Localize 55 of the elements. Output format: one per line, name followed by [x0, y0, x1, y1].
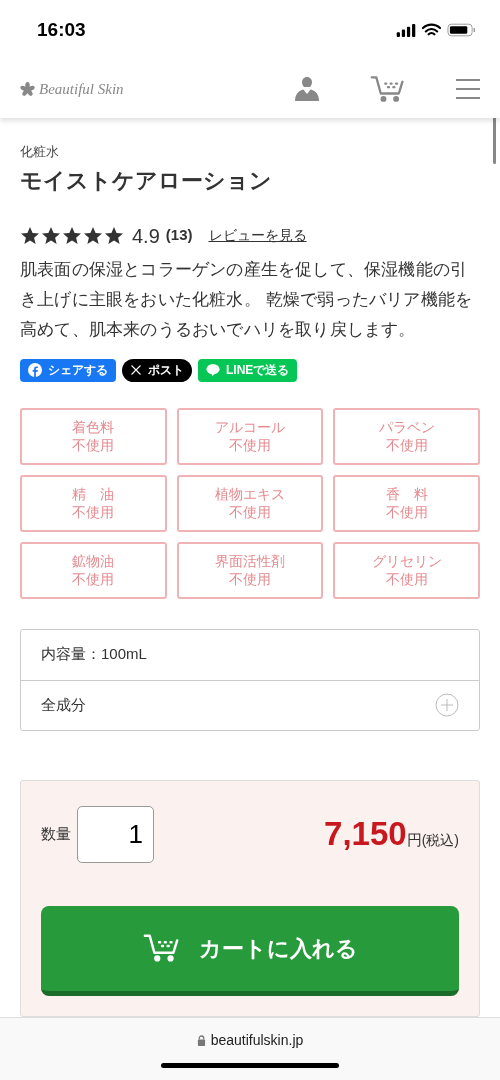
flower-logo-icon: [20, 81, 35, 97]
badge-label: 不使用: [385, 570, 428, 588]
scrollbar: [493, 118, 496, 164]
ingredient-name: 香 料: [385, 485, 428, 503]
battery-icon: [447, 23, 476, 37]
price: 7,150: [324, 814, 407, 855]
badge-label: 不使用: [72, 570, 115, 588]
currency: 円: [406, 830, 422, 851]
site-logo[interactable]: Beautiful Skin: [39, 77, 124, 101]
product-description: 肌表面の保湿とコラーゲンの産生を促して、保湿機能の引き上げに主眼をおいた化粧水。 乾燥で弱ったバリア機能を高めて、肌本来のうるおいでハリを取り戻します。: [20, 258, 474, 341]
menu-icon[interactable]: [456, 79, 480, 99]
star-icon: [83, 225, 103, 246]
product-category: 化粧水: [20, 143, 60, 161]
badge-label: 不使用: [385, 503, 428, 521]
quantity-label: 数量: [41, 823, 71, 844]
badge-label: 不使用: [229, 436, 271, 454]
ingredient-name: 着色料: [72, 418, 115, 436]
x-logo-icon: [130, 364, 142, 376]
badge-label: 不使用: [385, 436, 428, 454]
signal-icon: [396, 23, 416, 37]
ingredient-name: パラベン: [378, 418, 435, 436]
ingredient-name: 精 油: [72, 485, 115, 503]
speech-bubble-icon: [206, 363, 220, 377]
rating-score: 4.9: [132, 223, 160, 249]
cart-icon: [370, 74, 406, 104]
star-icon: [62, 225, 82, 246]
share-button[interactable]: シェアする: [20, 358, 116, 382]
review-count: (13): [165, 225, 193, 246]
quantity-field[interactable]: 1: [77, 805, 154, 863]
ingredient-name: 鉱物油: [72, 552, 115, 570]
star-icon: [104, 225, 124, 246]
url-text[interactable]: beautifulskin.jp: [210, 1030, 304, 1051]
badge-label: 不使用: [229, 503, 271, 521]
lock-icon: [196, 1035, 206, 1046]
badge-label: 不使用: [72, 436, 115, 454]
ingredient-name: グリセリン: [371, 552, 442, 570]
product-title: モイストケアローション: [20, 166, 273, 195]
badge-label: 不使用: [72, 503, 115, 521]
status-time: 16:03: [37, 17, 86, 42]
add-to-cart-button[interactable]: カートに入れる: [41, 905, 459, 996]
star-icon: [41, 225, 61, 246]
spec-text: 内容量：100mL: [41, 644, 147, 665]
ingredient-name: 界面活性剤: [215, 552, 285, 570]
star-icon: [20, 225, 40, 246]
badge-label: 不使用: [229, 570, 271, 588]
accordion-title[interactable]: 全成分: [41, 693, 86, 717]
cart-icon: [142, 931, 181, 965]
share-button[interactable]: ポスト: [122, 358, 192, 382]
ingredient-name: 植物エキス: [215, 485, 285, 503]
tax-note: (税込): [421, 831, 459, 851]
wifi-icon: [422, 23, 441, 37]
ingredient-name: アルコール: [215, 418, 285, 436]
reviews-link[interactable]: レビューを見る: [208, 225, 307, 246]
facebook-icon: [28, 363, 42, 377]
user-icon[interactable]: [294, 76, 320, 102]
